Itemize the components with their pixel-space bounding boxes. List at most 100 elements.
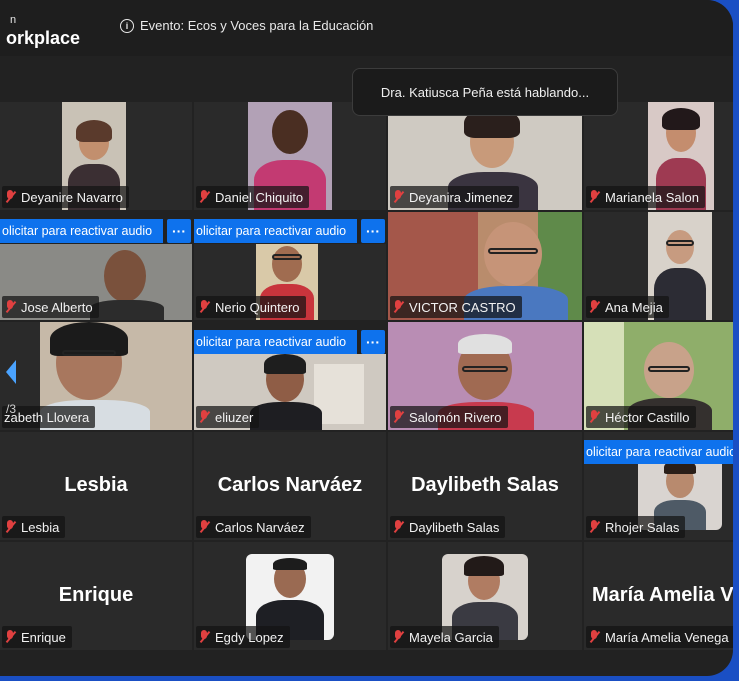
video-tile-enrique[interactable]: Enrique Enrique (0, 542, 192, 650)
mic-muted-icon (4, 300, 16, 314)
mic-muted-icon (392, 630, 404, 644)
name-tag: Daylibeth Salas (390, 516, 506, 538)
mic-muted-icon (392, 520, 404, 534)
participant-name: Lesbia (21, 519, 60, 535)
mic-muted-icon (588, 190, 600, 204)
previous-page-arrow[interactable] (6, 360, 16, 384)
more-options-button[interactable]: ··· (361, 330, 385, 354)
active-speaker-notice: Dra. Katiusca Peña está hablando... (352, 68, 618, 116)
video-tile-marianela[interactable]: Marianela Salon (584, 102, 733, 210)
participant-display-name: Lesbia (64, 474, 128, 496)
participant-name: Deyanire Navarro (21, 189, 123, 205)
participant-name: Salomón Rivero (409, 409, 502, 425)
name-tag: Jose Alberto (2, 296, 99, 318)
video-tile-deyanire[interactable]: Deyanire Navarro (0, 102, 192, 210)
participant-display-name: Carlos Narváez (217, 474, 363, 496)
banner-label: olicitar para reactivar audio (2, 224, 153, 238)
video-tile-ana[interactable]: Ana Mejia (584, 212, 733, 320)
event-label: Evento: Ecos y Voces para la Educación (140, 18, 374, 33)
more-options-button[interactable]: ··· (167, 219, 191, 243)
mic-muted-icon (392, 410, 404, 424)
name-tag: Deyanire Navarro (2, 186, 129, 208)
video-tile-deyanira[interactable]: Deyanira Jimenez (388, 102, 582, 210)
request-unmute-banner[interactable]: olicitar para reactivar audio (584, 440, 733, 464)
mic-muted-icon (4, 520, 16, 534)
video-tile-hector[interactable]: Héctor Castillo (584, 322, 733, 430)
name-tag: Ana Mejia (586, 296, 669, 318)
request-unmute-banner[interactable]: olicitar para reactivar audio (0, 219, 163, 243)
meeting-window: n orkplace i Evento: Ecos y Voces para l… (0, 0, 733, 676)
request-unmute-banner[interactable]: olicitar para reactivar audio (194, 330, 357, 354)
name-tag: Marianela Salon (586, 186, 705, 208)
name-tag: Nerio Quintero (196, 296, 306, 318)
name-tag: VICTOR CASTRO (390, 296, 522, 318)
video-tile-nerio[interactable]: Nerio Quintero (194, 244, 386, 320)
video-tile-egdy[interactable]: Egdy Lopez (194, 542, 386, 650)
mic-muted-icon (198, 300, 210, 314)
participant-name: Ana Mejia (605, 299, 663, 315)
participant-name: Daylibeth Salas (409, 519, 500, 535)
participant-name: zabeth Llovera (4, 409, 90, 425)
app-name-top: n (10, 14, 17, 26)
info-icon[interactable]: i (120, 18, 134, 33)
participant-name: María Amelia Venega (605, 629, 729, 645)
mic-muted-icon (4, 630, 16, 644)
more-options-button[interactable]: ··· (361, 219, 385, 243)
mic-muted-icon (392, 190, 404, 204)
participant-name: Carlos Narváez (215, 519, 305, 535)
participant-name: Daniel Chiquito (215, 189, 304, 205)
participant-display-name: María Amelia V (592, 584, 733, 606)
name-tag: Rhojer Salas (586, 516, 686, 538)
page-indicator: /3 (6, 402, 17, 416)
participant-display-name: Enrique (58, 584, 134, 606)
more-icon: ··· (366, 223, 380, 239)
mic-muted-icon (588, 630, 600, 644)
participant-name: Jose Alberto (21, 299, 93, 315)
name-tag: Deyanira Jimenez (390, 186, 520, 208)
participant-name: Deyanira Jimenez (409, 189, 514, 205)
mic-muted-icon (198, 630, 210, 644)
participant-name: Nerio Quintero (215, 299, 300, 315)
name-tag: Daniel Chiquito (196, 186, 310, 208)
participant-name: VICTOR CASTRO (409, 299, 516, 315)
participant-name: Enrique (21, 629, 66, 645)
frame-border (0, 676, 739, 681)
mic-muted-icon (4, 190, 16, 204)
name-tag: Salomón Rivero (390, 406, 508, 428)
video-tile-lesbia[interactable]: Lesbia Lesbia (0, 432, 192, 540)
event-info[interactable]: i Evento: Ecos y Voces para la Educación (120, 18, 373, 33)
app-name: orkplace (6, 28, 81, 48)
name-tag: Carlos Narváez (196, 516, 311, 538)
banner-label: olicitar para reactivar audio (196, 224, 347, 238)
name-tag: Enrique (2, 626, 72, 648)
name-tag: eliuzer (196, 406, 260, 428)
video-tile-daylibeth[interactable]: Daylibeth Salas Daylibeth Salas (388, 432, 582, 540)
video-tile-carlos[interactable]: Carlos Narváez Carlos Narváez (194, 432, 386, 540)
more-icon: ··· (366, 334, 380, 350)
video-tile-lizabeth[interactable]: zabeth Llovera (0, 322, 192, 430)
mic-muted-icon (588, 520, 600, 534)
name-tag: Egdy Lopez (196, 626, 290, 648)
request-unmute-banner[interactable]: olicitar para reactivar audio (194, 219, 357, 243)
video-tile-salomon[interactable]: Salomón Rivero (388, 322, 582, 430)
mic-muted-icon (198, 520, 210, 534)
name-tag: Lesbia (2, 516, 66, 538)
video-tile-maria[interactable]: María Amelia V María Amelia Venega (584, 542, 733, 650)
participant-name: Mayela Garcia (409, 629, 493, 645)
name-tag: María Amelia Venega (586, 626, 733, 648)
video-tile-jose[interactable]: Jose Alberto (0, 244, 192, 320)
video-tile-eliuzer[interactable]: eliuzer (194, 354, 386, 430)
video-tile-mayela[interactable]: Mayela Garcia (388, 542, 582, 650)
participant-name: Rhojer Salas (605, 519, 680, 535)
video-tile-victor[interactable]: VICTOR CASTRO (388, 212, 582, 320)
banner-label: olicitar para reactivar audio (196, 335, 347, 349)
participant-name: eliuzer (215, 409, 254, 425)
video-tile-daniel[interactable]: Daniel Chiquito (194, 102, 386, 210)
mic-muted-icon (588, 300, 600, 314)
top-bar: n orkplace i Evento: Ecos y Voces para l… (0, 0, 733, 56)
more-icon: ··· (172, 223, 186, 239)
name-tag: Mayela Garcia (390, 626, 499, 648)
mic-muted-icon (588, 410, 600, 424)
mic-muted-icon (198, 190, 210, 204)
participant-display-name: Daylibeth Salas (411, 474, 559, 496)
